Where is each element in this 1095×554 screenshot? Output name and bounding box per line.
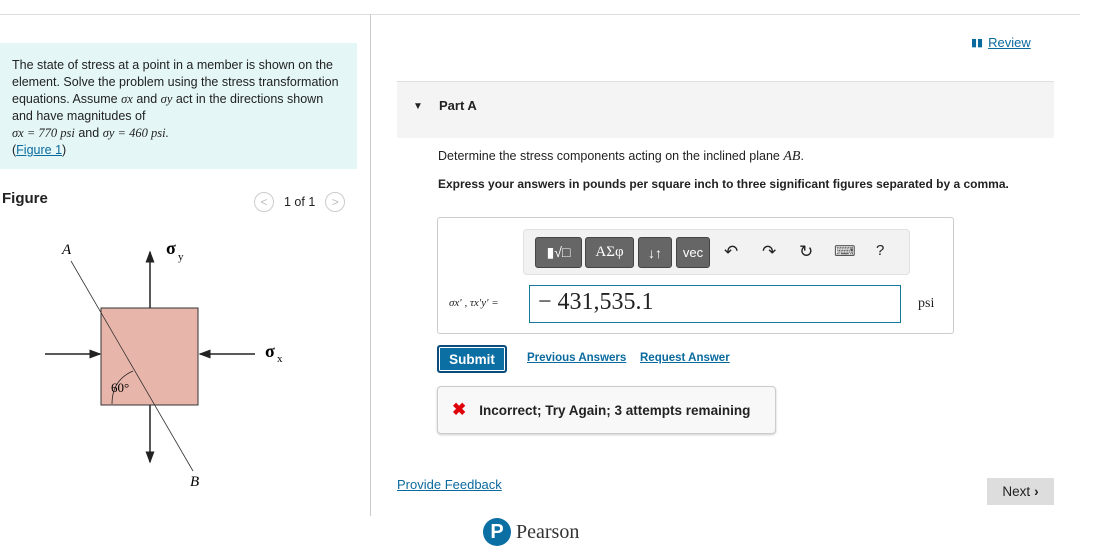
chevron-right-icon: › [1034, 484, 1039, 499]
book-icon: ▮▮ [971, 37, 984, 49]
problem-statement: The state of stress at a point in a memb… [0, 43, 357, 169]
request-answer-link[interactable]: Request Answer [640, 352, 730, 364]
sigma-y-label: σ [166, 238, 176, 258]
redo-icon[interactable]: ↷ [762, 242, 776, 262]
brand-name: Pearson [516, 520, 580, 543]
unit-label: psi [918, 296, 935, 311]
part-a-header[interactable]: ▼ Part A [397, 81, 1054, 138]
prev-figure-button[interactable]: < [254, 192, 274, 212]
pearson-logo: P Pearson [483, 518, 579, 546]
math-toolbar: ▮√□ ΑΣφ ↓↑ vec ↶ ↷ ↻ ⌨ ? [523, 229, 910, 275]
period: . [800, 149, 804, 163]
previous-answers-link[interactable]: Previous Answers [527, 352, 626, 364]
error-x-icon: ✖ [452, 400, 467, 419]
feedback-text: Incorrect; Try Again; 3 attempts remaini… [479, 402, 751, 418]
sigma-x-sub: x [277, 353, 283, 365]
review-label[interactable]: Review [988, 35, 1031, 50]
answer-variables-label: σx′ , τx′y′ = [449, 297, 499, 309]
and-text: and [78, 126, 100, 140]
pearson-logo-icon: P [483, 518, 511, 546]
and-text: and [136, 92, 158, 106]
top-divider [0, 14, 1080, 15]
sigma-x-value: σx = 770 psi [12, 126, 75, 140]
instruction-text: Express your answers in pounds per squar… [438, 177, 1009, 191]
part-label: Part A [439, 98, 477, 113]
templates-button[interactable]: ▮√□ [535, 237, 582, 268]
provide-feedback-link[interactable]: Provide Feedback [397, 477, 502, 492]
question-text: Determine the stress components acting o… [438, 149, 804, 165]
panel-divider [370, 14, 371, 516]
pager-text: 1 of 1 [284, 195, 316, 209]
label-b: B [190, 474, 199, 490]
next-figure-button[interactable]: > [325, 192, 346, 212]
sigma-x-label: σ [265, 341, 275, 361]
paren: ) [62, 143, 67, 157]
question: Determine the stress components acting o… [438, 149, 780, 163]
review-link[interactable]: ▮▮ Review [971, 35, 1031, 50]
greek-symbols-button[interactable]: ΑΣφ [585, 237, 634, 268]
collapse-triangle-icon[interactable]: ▼ [413, 101, 423, 112]
reset-icon[interactable]: ↻ [799, 242, 813, 262]
label-a: A [61, 242, 72, 258]
sigma-x: σx [121, 92, 133, 106]
angle-label: 60° [111, 380, 129, 395]
submit-button[interactable]: Submit [437, 345, 507, 373]
sigma-y: σy [160, 92, 173, 106]
sigma-y-value: σy = 460 psi. [102, 126, 169, 140]
vector-button[interactable]: vec [676, 237, 710, 268]
figure-title: Figure [2, 190, 48, 207]
help-icon[interactable]: ? [876, 242, 884, 259]
figure-link[interactable]: Figure 1 [16, 143, 62, 157]
arrows-button[interactable]: ↓↑ [638, 237, 672, 268]
next-button[interactable]: Next › [987, 478, 1054, 505]
plane-label: AB [783, 149, 801, 164]
keyboard-icon[interactable]: ⌨ [834, 242, 856, 260]
undo-icon[interactable]: ↶ [724, 242, 738, 262]
figure-pager: < 1 of 1 > [254, 192, 346, 212]
feedback-message: ✖ Incorrect; Try Again; 3 attempts remai… [437, 386, 776, 434]
stress-element-figure: A B σ y σ x 60° [45, 238, 283, 490]
sigma-y-sub: y [178, 251, 184, 263]
next-label: Next [1002, 484, 1031, 499]
answer-input[interactable]: − 431,535.1 [529, 285, 901, 323]
